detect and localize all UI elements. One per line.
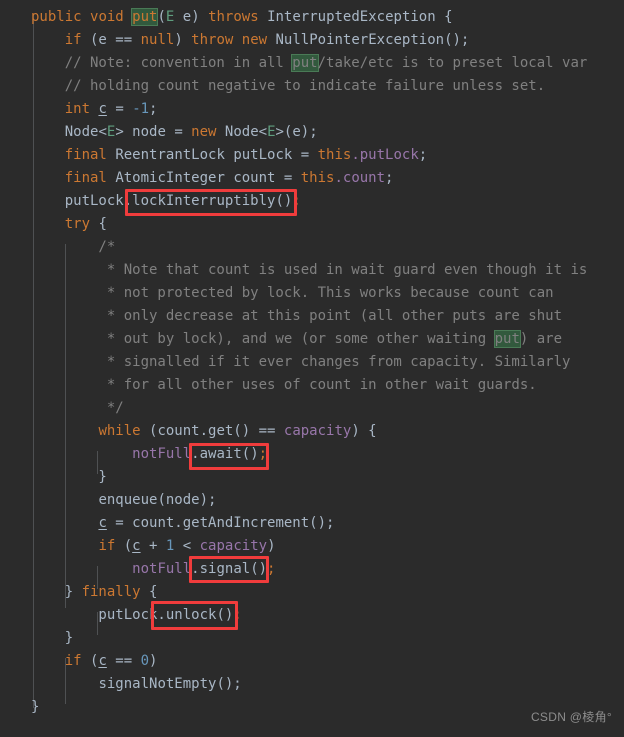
code-line-15[interactable]: * out by lock), and we (or some other wa… (31, 328, 562, 351)
code-line-24[interactable]: if (c + 1 < capacity) (31, 535, 275, 558)
code-line-9[interactable]: putLock.lockInterruptibly(); (31, 190, 301, 213)
token-method-await: await (199, 446, 242, 462)
token-method-enqueue: enqueue (98, 492, 158, 508)
token-keyword: throws (208, 9, 259, 25)
code-line-21[interactable]: } (31, 466, 106, 489)
token-highlight-put[interactable]: put (132, 9, 158, 25)
token-number: -1 (132, 101, 150, 117)
code-line-16[interactable]: * signalled if it ever changes from capa… (31, 351, 571, 374)
token-field: .putLock (351, 147, 419, 163)
code-line-4[interactable]: // holding count negative to indicate fa… (31, 75, 545, 98)
code-line-26[interactable]: } finally { (31, 581, 158, 604)
code-line-27[interactable]: putLock.unlock(); (31, 604, 241, 627)
token-field: .count (334, 170, 386, 186)
code-line-6[interactable]: Node<E> node = new Node<E>(e); (31, 121, 318, 144)
token-field-capacity: capacity (199, 538, 268, 554)
token-method-signalNotEmpty: signalNotEmpty (98, 676, 217, 692)
code-line-29[interactable]: if (c == 0) (31, 650, 158, 673)
code-line-11[interactable]: /* (31, 236, 115, 259)
token-field-notFull: notFull (132, 446, 192, 462)
token-local-var-c: c (98, 653, 107, 669)
code-line-30[interactable]: signalNotEmpty(); (31, 673, 241, 696)
code-line-10[interactable]: try { (31, 213, 107, 236)
code-line-17[interactable]: * for all other uses of count in other w… (31, 374, 537, 397)
code-line-2[interactable]: if (e == null) throw new NullPointerExce… (31, 29, 470, 52)
watermark: CSDN @棱角° (530, 710, 612, 724)
code-line-14[interactable]: * only decrease at this point (all other… (31, 305, 562, 328)
token-highlight-put[interactable]: put (292, 55, 318, 71)
code-line-23[interactable]: c = count.getAndIncrement(); (31, 512, 334, 535)
code-screenshot: public void put(E e) throws InterruptedE… (0, 0, 624, 737)
token-method-getAndIncrement: getAndIncrement (182, 515, 310, 531)
code-line-31[interactable]: } (31, 696, 39, 719)
token-method-lockInterruptibly: lockInterruptibly (132, 193, 276, 209)
code-line-28[interactable]: } (31, 627, 73, 650)
token-method-signal: signal (199, 561, 251, 577)
token-local-var-c: c (98, 101, 107, 117)
token-field-notFull: notFull (132, 561, 192, 577)
code-line-8[interactable]: final AtomicInteger count = this.count; (31, 167, 394, 190)
token-field-capacity: capacity (283, 423, 352, 439)
code-line-20[interactable]: notFull.await(); (31, 443, 267, 466)
code-line-3[interactable]: // Note: convention in all put/take/etc … (31, 52, 587, 75)
code-line-7[interactable]: final ReentrantLock putLock = this.putLo… (31, 144, 427, 167)
token-keyword: void (90, 9, 124, 25)
code-line-19[interactable]: while (count.get() == capacity) { (31, 420, 376, 443)
code-line-1[interactable]: public void put(E e) throws InterruptedE… (31, 6, 453, 29)
token-keyword: public (31, 9, 82, 25)
code-line-5[interactable]: int c = -1; (31, 98, 158, 121)
code-line-18[interactable]: */ (31, 397, 124, 420)
token-method-unlock: unlock (165, 607, 217, 623)
code-line-13[interactable]: * not protected by lock. This works beca… (31, 282, 554, 305)
token-highlight-put[interactable]: put (494, 331, 520, 347)
token-local-var-c: c (98, 515, 107, 531)
token-type: InterruptedException (267, 9, 436, 25)
token-local-var-c: c (132, 538, 141, 554)
code-line-25[interactable]: notFull.signal(); (31, 558, 275, 581)
code-line-22[interactable]: enqueue(node); (31, 489, 216, 512)
code-viewport[interactable]: public void put(E e) throws InterruptedE… (0, 0, 624, 737)
code-line-12[interactable]: * Note that count is used in wait guard … (31, 259, 587, 282)
